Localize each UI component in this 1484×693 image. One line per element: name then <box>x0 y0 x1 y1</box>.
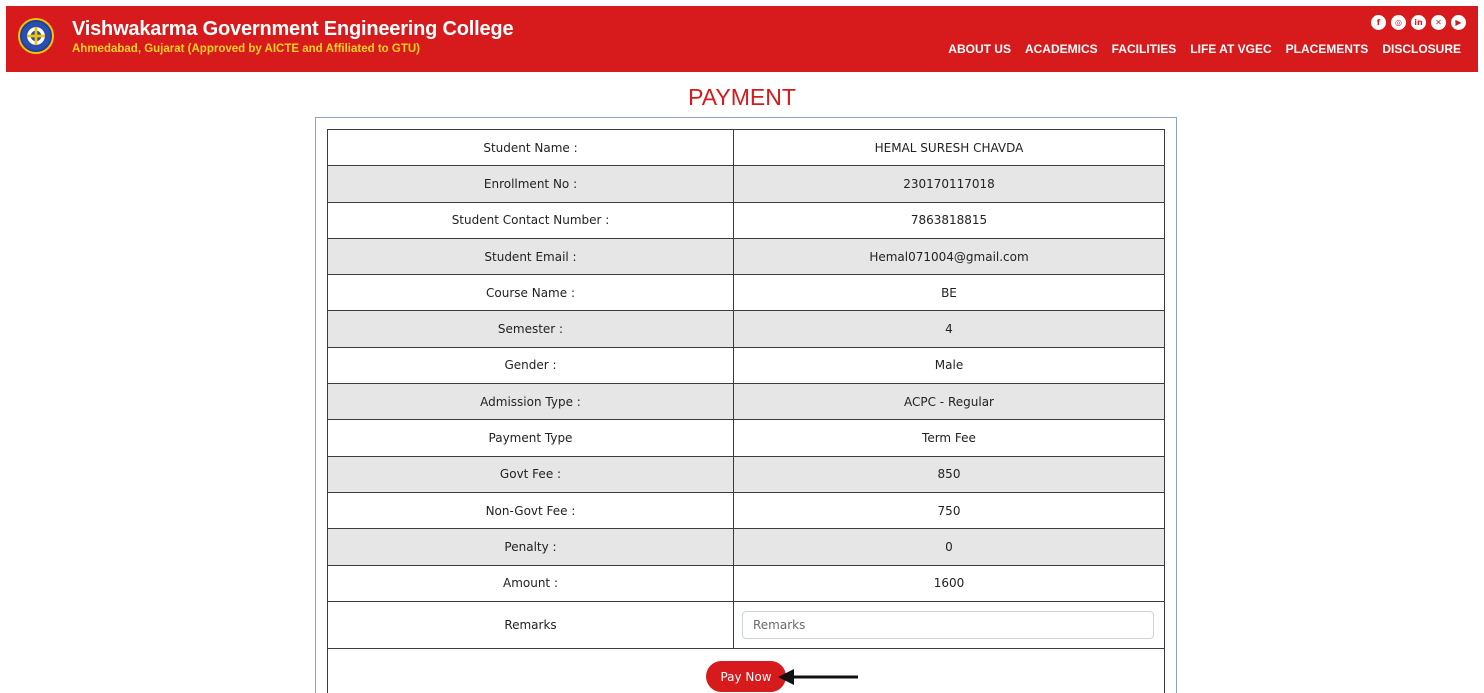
college-subtitle: Ahmedabad, Gujarat (Approved by AICTE an… <box>72 43 420 55</box>
row-value: Term Fee <box>733 419 1165 457</box>
main-nav: ABOUT US ACADEMICS FACILITIES LIFE AT VG… <box>941 42 1468 56</box>
nav-academics[interactable]: ACADEMICS <box>1018 42 1105 56</box>
row-label: Payment Type <box>327 419 734 457</box>
row-value: 230170117018 <box>733 165 1165 203</box>
instagram-icon[interactable]: ◎ <box>1391 15 1406 30</box>
row-value: Hemal071004@gmail.com <box>733 237 1165 276</box>
row-value: Male <box>733 346 1165 385</box>
arrow-left-icon <box>778 669 858 685</box>
page-title: PAYMENT <box>688 84 796 110</box>
college-logo[interactable] <box>18 18 54 54</box>
youtube-icon[interactable]: ▶ <box>1451 15 1466 30</box>
nav-disclosure[interactable]: DISCLOSURE <box>1375 42 1468 56</box>
row-value: ACPC - Regular <box>733 383 1165 421</box>
pay-now-button[interactable]: Pay Now <box>706 661 786 693</box>
payment-details-table: Student Name : HEMAL SURESH CHAVDA Enrollm… <box>327 128 1165 693</box>
row-label: Student Name : <box>327 128 734 167</box>
table-row: Amount :1600 <box>327 564 1165 602</box>
row-label: Amount : <box>327 564 734 602</box>
payment-card: Student Name : HEMAL SURESH CHAVDA Enrollm… <box>315 117 1177 693</box>
remarks-label: Remarks <box>327 600 734 649</box>
row-value: HEMAL SURESH CHAVDA <box>733 128 1165 167</box>
row-value: 0 <box>733 528 1165 566</box>
row-value: 850 <box>733 455 1165 493</box>
nav-life-at-vgec[interactable]: LIFE AT VGEC <box>1183 42 1278 56</box>
site-header: Vishwakarma Government Engineering Colle… <box>6 6 1478 72</box>
row-label: Govt Fee : <box>327 455 734 493</box>
facebook-icon[interactable]: f <box>1371 15 1386 30</box>
table-row: Enrollment No :230170117018 <box>327 165 1165 203</box>
table-row: Student Contact Number :7863818815 <box>327 201 1165 239</box>
table-row: Gender : Male <box>327 346 1165 385</box>
nav-facilities[interactable]: FACILITIES <box>1105 42 1184 56</box>
row-label: Penalty : <box>327 528 734 566</box>
pay-cell: Pay Now <box>327 647 1165 693</box>
row-value: 4 <box>733 310 1165 348</box>
x-icon[interactable]: ✕ <box>1431 15 1446 30</box>
linkedin-icon[interactable]: in <box>1411 15 1426 30</box>
row-label: Student Contact Number : <box>327 201 734 239</box>
row-value: 7863818815 <box>733 201 1165 239</box>
nav-about-us[interactable]: ABOUT US <box>941 42 1018 56</box>
table-row: Student Name : HEMAL SURESH CHAVDA <box>327 128 1165 167</box>
row-label: Semester : <box>327 310 734 348</box>
row-value: 1600 <box>733 564 1165 602</box>
row-value: BE <box>733 274 1165 312</box>
table-row: Payment Type Term Fee <box>327 419 1165 457</box>
table-row: Admission Type : ACPC - Regular <box>327 383 1165 421</box>
row-label: Course Name : <box>327 274 734 312</box>
row-label: Enrollment No : <box>327 165 734 203</box>
remarks-row: Remarks <box>327 600 1165 649</box>
table-row: Penalty :0 <box>327 528 1165 566</box>
nav-placements[interactable]: PLACEMENTS <box>1279 42 1376 56</box>
college-name[interactable]: Vishwakarma Government Engineering Colle… <box>72 18 514 41</box>
row-label: Admission Type : <box>327 383 734 421</box>
table-row: Non-Govt Fee :750 <box>327 491 1165 530</box>
table-row: Course Name : BE <box>327 274 1165 312</box>
table-row: Govt Fee :850 <box>327 455 1165 493</box>
row-value: 750 <box>733 491 1165 530</box>
social-links: f ◎ in ✕ ▶ <box>1371 15 1466 30</box>
pay-row: Pay Now <box>327 647 1165 693</box>
remarks-cell <box>733 600 1165 649</box>
row-label: Non-Govt Fee : <box>327 491 734 530</box>
table-row: Student Email : Hemal071004@gmail.com <box>327 237 1165 276</box>
row-label: Gender : <box>327 346 734 385</box>
table-row: Semester :4 <box>327 310 1165 348</box>
row-label: Student Email : <box>327 237 734 276</box>
remarks-input[interactable] <box>742 610 1154 639</box>
